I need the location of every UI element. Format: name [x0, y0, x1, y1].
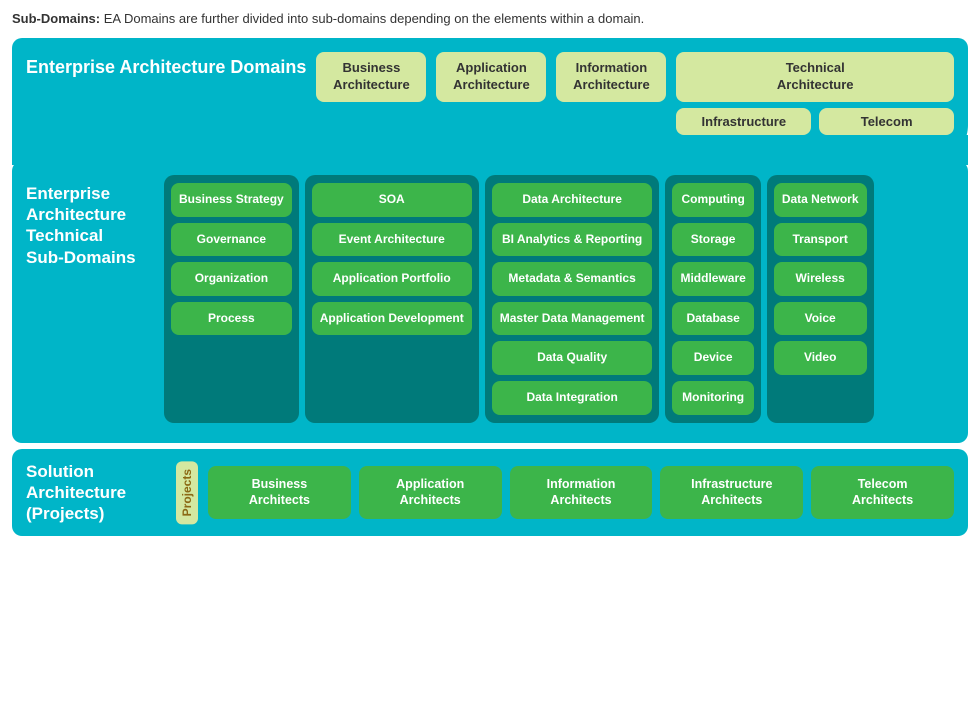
- application-subdomain-col: SOA Event Architecture Application Portf…: [305, 175, 479, 423]
- event-architecture-item: Event Architecture: [312, 223, 472, 257]
- application-development-item: Application Development: [312, 302, 472, 336]
- application-portfolio-item: Application Portfolio: [312, 262, 472, 296]
- solution-architecture-label: SolutionArchitecture(Projects): [26, 461, 166, 525]
- infrastructure-box: Infrastructure: [676, 108, 811, 135]
- business-strategy-item: Business Strategy: [171, 183, 292, 217]
- technical-architecture-group: TechnicalArchitecture Infrastructure Tel…: [676, 52, 954, 135]
- business-architecture-box: BusinessArchitecture: [316, 52, 426, 102]
- organization-item: Organization: [171, 262, 292, 296]
- ea-domains-label: Enterprise Architecture Domains: [26, 52, 306, 79]
- telecom-box: Telecom: [819, 108, 954, 135]
- middle-section: EnterpriseArchitectureTechnicalSub-Domai…: [12, 161, 968, 443]
- data-quality-item: Data Quality: [492, 341, 653, 375]
- technical-architecture-box: TechnicalArchitecture: [676, 52, 954, 102]
- infrastructure-subdomain-col: Computing Storage Middleware Database De…: [665, 175, 760, 423]
- business-subdomain-col: Business Strategy Governance Organizatio…: [164, 175, 299, 423]
- subtitle-text: EA Domains are further divided into sub-…: [100, 11, 644, 26]
- infrastructure-architects-item: InfrastructureArchitects: [660, 466, 803, 520]
- computing-item: Computing: [672, 183, 753, 217]
- information-architecture-box: InformationArchitecture: [556, 52, 666, 102]
- data-network-item: Data Network: [774, 183, 867, 217]
- application-architecture-box: ApplicationArchitecture: [436, 52, 546, 102]
- application-architects-item: ApplicationArchitects: [359, 466, 502, 520]
- telecom-subdomain-col: Data Network Transport Wireless Voice Vi…: [767, 175, 874, 423]
- solution-architecture-section: SolutionArchitecture(Projects) Projects …: [12, 449, 968, 537]
- middle-inner: EnterpriseArchitectureTechnicalSub-Domai…: [26, 175, 954, 423]
- database-item: Database: [672, 302, 753, 336]
- ea-domains-section: Enterprise Architecture Domains Business…: [12, 38, 968, 165]
- governance-item: Governance: [171, 223, 292, 257]
- voice-item: Voice: [774, 302, 867, 336]
- ea-top-row: Enterprise Architecture Domains Business…: [26, 52, 954, 135]
- subtitle-bold: Sub-Domains:: [12, 11, 100, 26]
- domain-boxes: BusinessArchitecture ApplicationArchitec…: [316, 52, 954, 135]
- information-subdomain-col: Data Architecture BI Analytics & Reporti…: [485, 175, 660, 423]
- transport-item: Transport: [774, 223, 867, 257]
- telecom-architects-item: TelecomArchitects: [811, 466, 954, 520]
- monitoring-item: Monitoring: [672, 381, 753, 415]
- video-item: Video: [774, 341, 867, 375]
- wireless-item: Wireless: [774, 262, 867, 296]
- projects-label: Projects: [176, 461, 198, 524]
- process-item: Process: [171, 302, 292, 336]
- page-wrapper: Sub-Domains: EA Domains are further divi…: [0, 0, 980, 546]
- data-integration-item: Data Integration: [492, 381, 653, 415]
- bi-analytics-item: BI Analytics & Reporting: [492, 223, 653, 257]
- subtitle: Sub-Domains: EA Domains are further divi…: [12, 10, 968, 28]
- storage-item: Storage: [672, 223, 753, 257]
- soa-item: SOA: [312, 183, 472, 217]
- technical-subdomains-label: EnterpriseArchitectureTechnicalSub-Domai…: [26, 175, 156, 268]
- middleware-item: Middleware: [672, 262, 753, 296]
- information-architects-item: InformationArchitects: [510, 466, 653, 520]
- technical-arch-sub: Infrastructure Telecom: [676, 108, 954, 135]
- sub-domains-grid: Business Strategy Governance Organizatio…: [164, 175, 954, 423]
- metadata-semantics-item: Metadata & Semantics: [492, 262, 653, 296]
- solution-items: BusinessArchitects ApplicationArchitects…: [208, 466, 954, 520]
- data-architecture-item: Data Architecture: [492, 183, 653, 217]
- device-item: Device: [672, 341, 753, 375]
- business-architects-item: BusinessArchitects: [208, 466, 351, 520]
- master-data-item: Master Data Management: [492, 302, 653, 336]
